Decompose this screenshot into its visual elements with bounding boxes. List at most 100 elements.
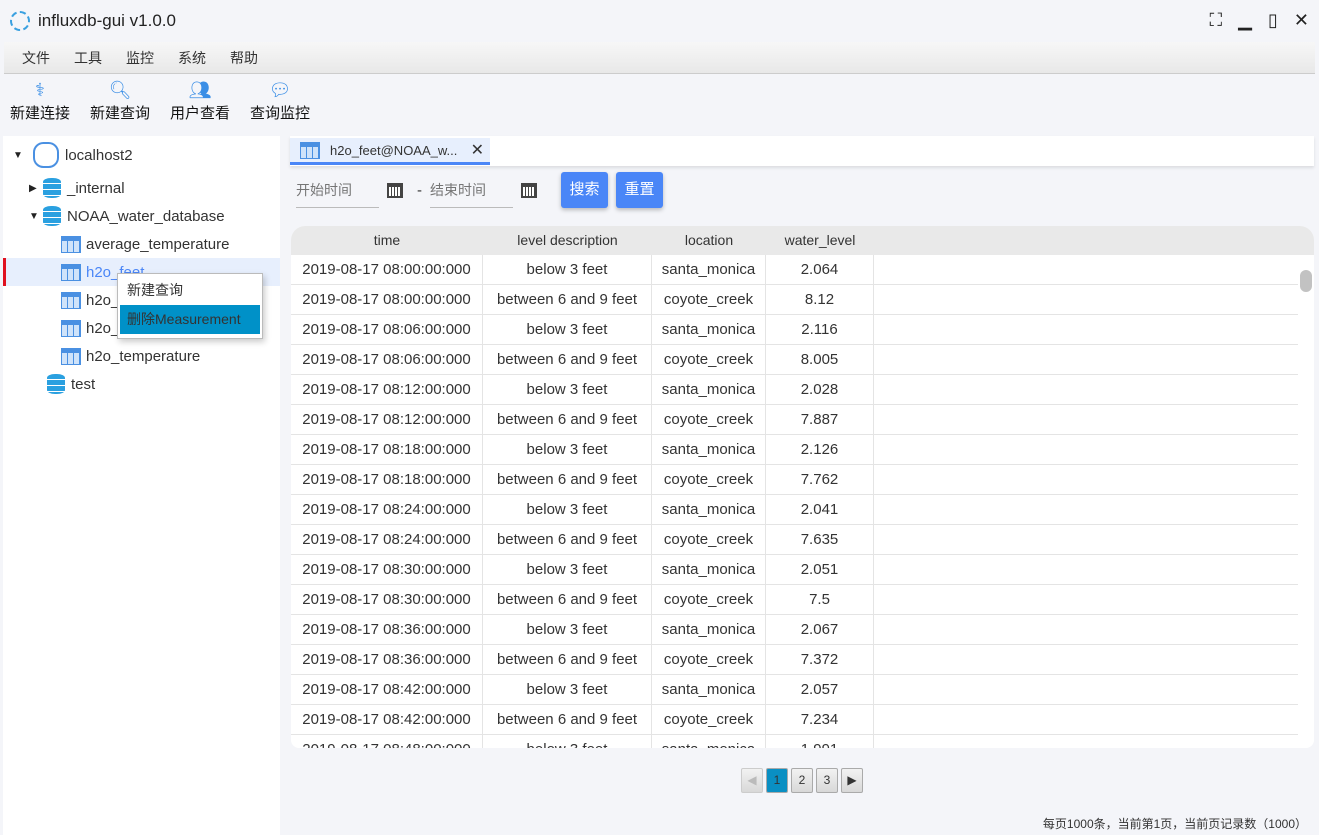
tree-measurement[interactable]: average_temperature bbox=[61, 230, 229, 258]
close-tab-icon[interactable]: ✕ bbox=[471, 140, 484, 160]
tree-db-noaa[interactable]: ▼ NOAA_water_database bbox=[29, 202, 225, 230]
table-row[interactable]: 2019-08-17 08:12:00:000 between 6 and 9 f… bbox=[291, 405, 1298, 435]
table-row[interactable]: 2019-08-17 08:42:00:000 between 6 and 9 f… bbox=[291, 705, 1298, 735]
table-icon bbox=[61, 347, 81, 365]
table-row[interactable]: 2019-08-17 08:48:00:000below 3 feetsanta… bbox=[291, 735, 1298, 748]
column-header[interactable]: time bbox=[291, 226, 483, 255]
tree-host[interactable]: ▼ localhost2 bbox=[13, 141, 133, 169]
table-cell: 2019-08-17 08:36:00:000 bbox=[291, 645, 483, 674]
end-time-input[interactable] bbox=[430, 172, 513, 208]
table-row[interactable]: 2019-08-17 08:36:00:000 below 3 feet santa… bbox=[291, 615, 1298, 645]
table-cell: 2019-08-17 08:30:00:000 bbox=[291, 555, 483, 584]
calendar-icon[interactable] bbox=[387, 182, 403, 198]
database-icon bbox=[43, 178, 61, 198]
maximize-icon[interactable]: ▯ bbox=[1268, 10, 1278, 31]
page-2-button[interactable]: 2 bbox=[791, 768, 813, 793]
column-header[interactable]: location bbox=[652, 226, 766, 255]
user-view-button[interactable]: 👥︎ 用户查看 bbox=[160, 78, 240, 134]
table-row[interactable]: 2019-08-17 08:24:00:000 between 6 and 9 f… bbox=[291, 525, 1298, 555]
tree-db-internal[interactable]: ▶ _internal bbox=[29, 174, 125, 202]
table-cell: coyote_creek bbox=[652, 285, 766, 314]
users-icon: 👥︎ bbox=[188, 80, 212, 100]
menu-tools[interactable]: 工具 bbox=[74, 48, 102, 68]
table-cell: below 3 feet bbox=[483, 255, 652, 284]
table-cell: between 6 and 9 feet bbox=[483, 585, 652, 614]
menu-file[interactable]: 文件 bbox=[22, 48, 50, 68]
search-button[interactable]: 搜索 bbox=[561, 172, 608, 208]
table-row[interactable]: 2019-08-17 08:18:00:000 between 6 and 9 f… bbox=[291, 465, 1298, 495]
table-cell: 2019-08-17 08:00:00:000 bbox=[291, 255, 483, 284]
table-cell: 2019-08-17 08:30:00:000 bbox=[291, 585, 483, 614]
menu-monitor[interactable]: 监控 bbox=[126, 48, 154, 68]
table-cell: 2019-08-17 08:00:00:000 bbox=[291, 285, 483, 314]
tree-measurement[interactable]: h2o_ bbox=[61, 286, 119, 314]
new-connection-button[interactable]: ⚕ 新建连接 bbox=[0, 78, 80, 134]
tree-db-test[interactable]: test bbox=[47, 370, 95, 398]
status-text: 每页1000条，当前第1页，当前页记录数（1000） bbox=[1042, 817, 1307, 831]
table-cell: below 3 feet bbox=[483, 615, 652, 644]
scrollbar[interactable] bbox=[1300, 270, 1312, 292]
close-icon[interactable]: ✕ bbox=[1294, 10, 1309, 31]
expand-right-icon[interactable]: ▶ bbox=[29, 183, 43, 194]
table-row[interactable]: 2019-08-17 08:00:00:000 between 6 and 9 f… bbox=[291, 285, 1298, 315]
expand-down-icon[interactable]: ▼ bbox=[13, 150, 27, 161]
table-cell: below 3 feet bbox=[483, 495, 652, 524]
table-cell: 2019-08-17 08:18:00:000 bbox=[291, 435, 483, 464]
page-3-button[interactable]: 3 bbox=[816, 768, 838, 793]
table-icon bbox=[300, 141, 320, 159]
table-row[interactable]: 2019-08-17 08:18:00:000 below 3 feet santa… bbox=[291, 435, 1298, 465]
table-cell: santa_monica bbox=[652, 735, 766, 748]
next-page-button[interactable]: ▶ bbox=[841, 768, 863, 793]
table-cell: santa_monica bbox=[652, 555, 766, 584]
context-delete-measurement[interactable]: 删除Measurement bbox=[120, 305, 260, 334]
context-menu: 新建查询 删除Measurement bbox=[117, 273, 263, 339]
table-row[interactable]: 2019-08-17 08:06:00:000 below 3 feet santa… bbox=[291, 315, 1298, 345]
table-cell: 2019-08-17 08:42:00:000 bbox=[291, 675, 483, 704]
table-icon bbox=[61, 235, 81, 253]
table-cell: 2.067 bbox=[766, 615, 874, 644]
table-row[interactable]: 2019-08-17 08:36:00:000 between 6 and 9 f… bbox=[291, 645, 1298, 675]
fullscreen-icon[interactable]: ⛶ bbox=[1210, 10, 1223, 31]
table-cell: between 6 and 9 feet bbox=[483, 405, 652, 434]
table-row[interactable]: 2019-08-17 08:00:00:000 below 3 feet santa… bbox=[291, 255, 1298, 285]
table-cell: between 6 and 9 feet bbox=[483, 345, 652, 374]
table-cell: 2019-08-17 08:48:00:000 bbox=[291, 735, 483, 748]
column-header[interactable]: water_level bbox=[766, 226, 874, 255]
table-row[interactable]: 2019-08-17 08:42:00:000 below 3 feet santa… bbox=[291, 675, 1298, 705]
table-row[interactable]: 2019-08-17 08:24:00:000 below 3 feet santa… bbox=[291, 495, 1298, 525]
table-cell: santa_monica bbox=[652, 495, 766, 524]
table-cell: 7.635 bbox=[766, 525, 874, 554]
start-time-input[interactable] bbox=[296, 172, 379, 208]
menu-help[interactable]: 帮助 bbox=[230, 48, 258, 68]
context-new-query[interactable]: 新建查询 bbox=[120, 276, 260, 305]
table-cell: 2.126 bbox=[766, 435, 874, 464]
table-cell: santa_monica bbox=[652, 675, 766, 704]
page-1-button[interactable]: 1 bbox=[766, 768, 788, 793]
table-row[interactable]: 2019-08-17 08:06:00:000 between 6 and 9 f… bbox=[291, 345, 1298, 375]
table-cell: below 3 feet bbox=[483, 315, 652, 344]
table-cell: santa_monica bbox=[652, 435, 766, 464]
query-monitor-button[interactable]: 💬︎ 查询监控 bbox=[240, 78, 320, 134]
calendar-icon[interactable] bbox=[521, 182, 537, 198]
new-query-button[interactable]: 🔍︎ 新建查询 bbox=[80, 78, 160, 134]
table-cell: coyote_creek bbox=[652, 465, 766, 494]
table-cell: below 3 feet bbox=[483, 555, 652, 584]
table-cell: 2.116 bbox=[766, 315, 874, 344]
table-cell: santa_monica bbox=[652, 315, 766, 344]
column-header[interactable]: level description bbox=[483, 226, 652, 255]
tab-query[interactable]: h2o_feet@NOAA_w... ✕ bbox=[290, 138, 490, 165]
expand-down-icon[interactable]: ▼ bbox=[29, 211, 43, 222]
database-icon bbox=[47, 374, 65, 394]
table-cell: 2019-08-17 08:06:00:000 bbox=[291, 345, 483, 374]
table-row[interactable]: 2019-08-17 08:12:00:000 below 3 feet santa… bbox=[291, 375, 1298, 405]
tree-measurement[interactable]: h2o_temperature bbox=[61, 342, 200, 370]
table-row[interactable]: 2019-08-17 08:30:00:000 between 6 and 9 f… bbox=[291, 585, 1298, 615]
table-row[interactable]: 2019-08-17 08:30:00:000 below 3 feet santa… bbox=[291, 555, 1298, 585]
menu-system[interactable]: 系统 bbox=[178, 48, 206, 68]
toolbar: ⚕ 新建连接 🔍︎ 新建查询 👥︎ 用户查看 💬︎ 查询监控 bbox=[0, 78, 320, 134]
tree-measurement[interactable]: h2o_ bbox=[61, 314, 119, 342]
minimize-icon[interactable]: ▁ bbox=[1238, 10, 1252, 31]
prev-page-button[interactable]: ◀ bbox=[741, 768, 763, 793]
app-title: influxdb-gui v1.0.0 bbox=[38, 11, 176, 30]
reset-button[interactable]: 重置 bbox=[616, 172, 663, 208]
